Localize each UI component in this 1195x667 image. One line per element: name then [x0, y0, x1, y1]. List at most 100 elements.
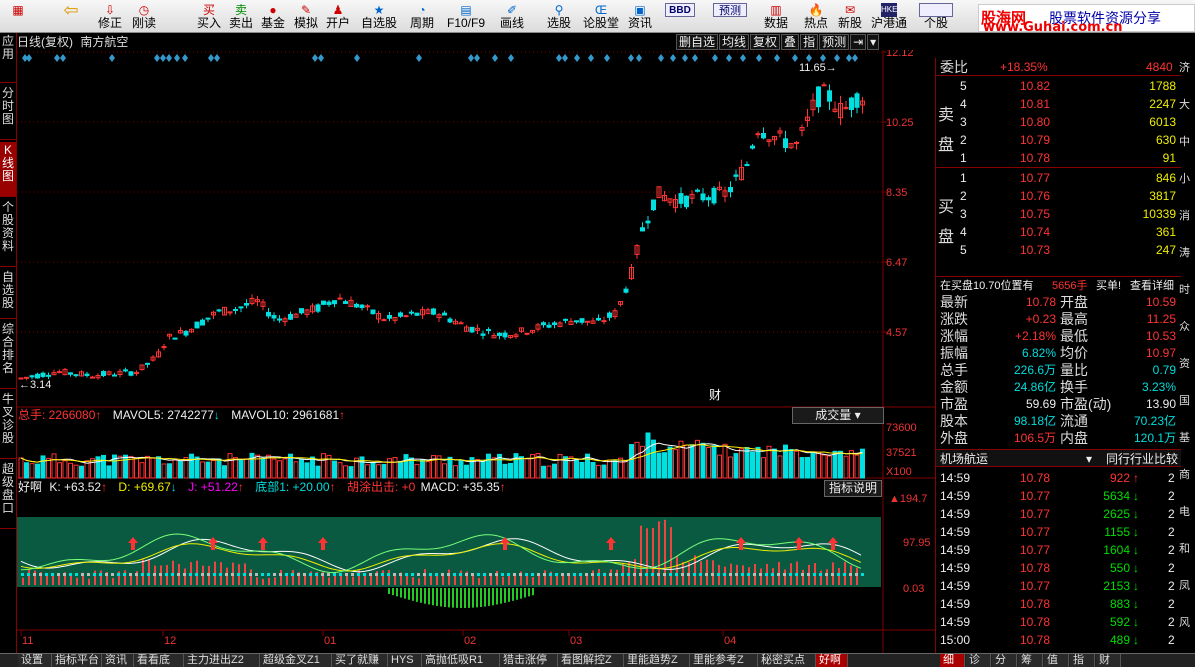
bottom-right-tab[interactable]: 诊 [966, 654, 991, 667]
data-button[interactable]: ▥ 数据 [760, 0, 792, 33]
volume-bar [310, 456, 315, 479]
stat-label: 均价 [1060, 345, 1088, 361]
hot-button[interactable]: 🔥 热点 [800, 0, 832, 33]
buy-button[interactable]: 买买入 [194, 0, 224, 33]
sell-level-row: 3 10.80 6013 [936, 113, 1181, 131]
stat-row: 最新 10.78 开盘 10.59 [936, 294, 1181, 311]
fund-button[interactable]: ● 基金 [258, 0, 288, 33]
f10-button[interactable]: ▤ F10/F9 [444, 0, 488, 33]
stat-row: 外盘 106.5万 内盘 120.1万 [936, 430, 1181, 447]
right-edge-list: 济大中小消涛时众资国基商电和凤风 [1177, 58, 1195, 653]
bottom-tab[interactable]: 买了就赚 [332, 654, 388, 667]
sector-name[interactable]: 机场航运 [940, 450, 988, 468]
watchlist-button[interactable]: ★ 自选股 [358, 0, 400, 33]
price-axis-label: 12.12 [886, 50, 914, 59]
volume-bar [656, 452, 662, 479]
volume-selector[interactable]: 成交量 ▾ [792, 407, 884, 424]
back-arrow-icon[interactable]: ⇦ [56, 0, 86, 33]
sell-price: 10.82 [1020, 79, 1051, 93]
bottom-right-tab[interactable]: 财 [1096, 654, 1121, 667]
tab-overlay[interactable]: 叠 [781, 34, 800, 50]
forecast-button[interactable]: 预测 [710, 0, 750, 33]
account-button[interactable]: ♟ 开户 [323, 0, 353, 33]
bottom-right-tab[interactable]: 细 [940, 654, 965, 667]
indicator-dot [327, 573, 330, 576]
bottom-tab[interactable]: 好啊 [816, 654, 848, 667]
sidebar-item-diagnosis[interactable]: 牛叉诊股 [0, 391, 16, 459]
candle-body [794, 142, 799, 145]
indicator-dot [51, 573, 54, 576]
bottom-tab[interactable]: 主力进出Z2 [184, 654, 260, 667]
candle-body [854, 93, 860, 108]
sidebar-item-stock-profile[interactable]: 个股资料 [0, 199, 16, 267]
candle-body [706, 197, 711, 201]
indicator-axis-label: 97.95 [903, 537, 931, 549]
candle-body [381, 319, 387, 322]
news-button[interactable]: ▣ 资讯 [624, 0, 656, 33]
draw-line-button[interactable]: ✐ 画线 [494, 0, 530, 33]
indicator-dot [795, 573, 798, 576]
stock-button[interactable]: 个股 [916, 0, 956, 33]
notice-detail-link[interactable]: 查看详细 [1130, 277, 1174, 295]
forum-button[interactable]: Œ 论股堂 [580, 0, 622, 33]
tab-adjust[interactable]: 复权 [750, 34, 781, 50]
indicator-hutu: 胡涂出击: +0 [346, 480, 416, 494]
indicator-help-button[interactable]: 指标说明 [824, 480, 882, 497]
indicator-dot [417, 573, 420, 576]
volume-bar [546, 465, 552, 479]
simulate-button[interactable]: ✎ 模拟 [291, 0, 321, 33]
bottom-tab[interactable]: 秘密买点 [758, 654, 816, 667]
sidebar-item-super-orderbook[interactable]: 超级盘口 [0, 461, 16, 529]
bottom-right-tab[interactable]: 分 [992, 654, 1017, 667]
volume-bar [46, 457, 51, 479]
bottom-tab[interactable]: 猎击涨停 [500, 654, 558, 667]
grid-icon[interactable]: ▦ [2, 0, 34, 33]
tab-remove-watchlist[interactable]: 删自选 [676, 34, 719, 50]
bottom-tab[interactable]: 看图解控Z [558, 654, 624, 667]
stock-select-button[interactable]: ⚲ 选股 [542, 0, 576, 33]
sidebar-item-watchlist[interactable]: 自选股 [0, 269, 16, 319]
sidebar-item-kline-chart[interactable]: K线图 [0, 142, 16, 197]
diamond-marker [318, 54, 324, 62]
compare-button[interactable]: 同行行业比较 [1106, 450, 1178, 468]
undo-button[interactable]: ⇩ 修正 [95, 0, 125, 33]
bottom-right-tab[interactable]: 值 [1044, 654, 1069, 667]
bottom-right-tab[interactable]: 筹 [1018, 654, 1043, 667]
right-edge-label: 小 [1179, 173, 1190, 185]
candle-body [546, 324, 552, 328]
bottom-tab[interactable]: 里能参考Z [690, 654, 758, 667]
indicator-dot [339, 573, 342, 576]
indicator-dot [729, 573, 732, 576]
bottom-tab[interactable]: 指标平台 [52, 654, 102, 667]
sidebar-item-ranking[interactable]: 综合排名 [0, 321, 16, 389]
hk-connect-button[interactable]: HKE 沪港通 [868, 0, 910, 33]
tab-indicator[interactable]: 指 [800, 34, 819, 50]
bottom-tab[interactable]: 看看底 [134, 654, 184, 667]
expand-arrow-icon[interactable]: ⇥ [850, 34, 867, 50]
bottom-tab[interactable]: HYS [388, 654, 422, 667]
diamond-marker [160, 54, 166, 62]
bottom-right-tab[interactable]: 指 [1070, 654, 1095, 667]
sidebar-item-minute-chart[interactable]: 分时图 [0, 85, 16, 140]
indicator-dot [243, 573, 246, 576]
bottom-tab[interactable]: 里能趋势Z [624, 654, 690, 667]
newstock-button[interactable]: ✉ 新股 [834, 0, 866, 33]
bottom-tab[interactable]: 资讯 [102, 654, 134, 667]
bottom-tab[interactable]: 设置 [18, 654, 52, 667]
chevron-down-icon[interactable]: ▾ [867, 34, 880, 50]
sell-button[interactable]: 卖卖出 [226, 0, 256, 33]
candle-body [271, 315, 277, 319]
bbd-button[interactable]: BBD [662, 0, 698, 33]
tab-forecast[interactable]: 预测 [819, 34, 850, 50]
volume-bar [689, 444, 695, 479]
tab-moving-average[interactable]: 均线 [719, 34, 750, 50]
sidebar-item-apps[interactable]: 应用 [0, 33, 16, 83]
bottom-tab[interactable]: 超级金叉Z1 [260, 654, 332, 667]
cycle-button[interactable]: ◔ 周期 [404, 0, 440, 33]
read-button[interactable]: ◷ 刚读 [128, 0, 160, 33]
clock-icon: ◷ [138, 3, 150, 17]
dropdown-icon[interactable]: ▾ [1086, 450, 1092, 468]
bottom-tab[interactable]: 高抛低吸R1 [422, 654, 500, 667]
volume-bar [117, 455, 123, 479]
indicator-dot [321, 573, 324, 576]
